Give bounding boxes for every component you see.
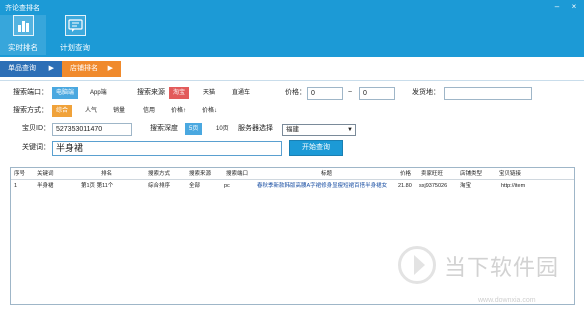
server-select-label: 服务器选择 bbox=[238, 125, 273, 132]
tab-shop-rank[interactable]: 店铺排名 ▶ bbox=[62, 61, 121, 77]
chat-bubble-icon bbox=[65, 15, 86, 36]
watermark-text: 当下软件园 bbox=[444, 255, 560, 280]
watermark-url: www.downxia.com bbox=[478, 297, 536, 304]
cell-rank: 第1页 第11个 bbox=[81, 183, 114, 189]
search-mode-option-comprehensive[interactable]: 综合 bbox=[52, 105, 73, 117]
nav-plan-query-label: 计划查询 bbox=[60, 43, 90, 52]
table-row[interactable]: 1 半身裙 第1页 第11个 综合排序 全部 pc 春秋季新款韩版高腰A字裙修身… bbox=[11, 180, 574, 191]
search-source-label: 搜索来源 bbox=[137, 89, 165, 96]
search-source-option-ztc[interactable]: 直通车 bbox=[228, 87, 254, 99]
search-port-option-pc[interactable]: 电脑端 bbox=[52, 87, 79, 99]
price-separator: ~ bbox=[348, 89, 353, 96]
play-arrow-icon: ▶ bbox=[48, 65, 54, 72]
column-header: 搜索来源 bbox=[189, 171, 212, 177]
tab-single-item-query[interactable]: 单品查询 ▶ bbox=[0, 61, 62, 77]
search-mode-label: 搜索方式： bbox=[13, 107, 48, 114]
mode-bar: 单品查询 ▶ 店铺排名 ▶ bbox=[0, 57, 584, 81]
ship-from-label: 发货地： bbox=[412, 89, 440, 96]
filter-row-1: 搜索端口： 电脑端 App端 搜索来源 淘宝 天猫 直通车 价格： 0 ~ 0 … bbox=[0, 86, 584, 102]
cell-search-mode: 综合排序 bbox=[148, 183, 171, 189]
column-header: 宝贝链接 bbox=[499, 171, 522, 177]
title-bar: 齐论查排名 – × 实时排名 计划查询 bbox=[0, 0, 584, 57]
column-header: 卖家旺旺 bbox=[421, 171, 444, 177]
column-header: 店铺类型 bbox=[460, 171, 483, 177]
chevron-down-icon: ▼ bbox=[347, 127, 353, 133]
watermark-logo-icon bbox=[398, 246, 436, 284]
item-id-input[interactable]: 527353011470 bbox=[52, 123, 132, 136]
app-title: 齐论查排名 bbox=[5, 5, 40, 12]
nav-realtime-rank-label: 实时排名 bbox=[8, 43, 38, 52]
item-id-label: 宝贝ID： bbox=[22, 125, 50, 132]
filter-row-2: 搜索方式： 综合 人气 销量 信用 价格↑ 价格↓ bbox=[0, 104, 584, 120]
keyword-label: 关键词： bbox=[22, 144, 50, 151]
price-min-input[interactable]: 0 bbox=[307, 87, 343, 100]
cell-keyword: 半身裙 bbox=[37, 183, 54, 189]
close-button[interactable]: × bbox=[569, 2, 579, 11]
filter-row-3: 宝贝ID： 527353011470 搜索深度 5页 10页 服务器选择 福建 … bbox=[0, 122, 584, 138]
column-header: 标题 bbox=[321, 171, 333, 177]
column-header: 序号 bbox=[14, 171, 26, 177]
results-table: 序号 关键词 排名 搜索方式 搜索来源 搜索端口 标题 价格 卖家旺旺 店铺类型… bbox=[10, 167, 575, 305]
search-source-option-tmall[interactable]: 天猫 bbox=[199, 87, 219, 99]
bar-chart-icon bbox=[13, 15, 34, 36]
ship-from-input[interactable] bbox=[444, 87, 532, 100]
search-port-option-app[interactable]: App端 bbox=[86, 87, 111, 99]
nav-realtime-rank[interactable]: 实时排名 bbox=[0, 15, 46, 55]
tab-shop-rank-label: 店铺排名 bbox=[70, 65, 98, 72]
cell-search-port: pc bbox=[224, 183, 230, 189]
server-select[interactable]: 福建 ▼ bbox=[282, 124, 356, 136]
column-header: 关键词 bbox=[37, 171, 54, 177]
play-arrow-icon: ▶ bbox=[107, 65, 113, 72]
column-header: 价格 bbox=[400, 171, 412, 177]
start-query-button[interactable]: 开始查询 bbox=[289, 140, 343, 156]
nav-plan-query[interactable]: 计划查询 bbox=[52, 15, 98, 55]
search-port-label: 搜索端口： bbox=[13, 89, 48, 96]
column-header: 排名 bbox=[101, 171, 113, 177]
search-source-option-taobao[interactable]: 淘宝 bbox=[169, 87, 190, 99]
search-depth-label: 搜索深度 bbox=[150, 125, 178, 132]
price-label: 价格： bbox=[285, 89, 306, 96]
search-mode-option-credit[interactable]: 信用 bbox=[139, 105, 159, 117]
search-mode-option-sales[interactable]: 销量 bbox=[109, 105, 129, 117]
server-select-value: 福建 bbox=[286, 126, 299, 133]
cell-shop-type: 淘宝 bbox=[460, 183, 472, 189]
cell-price: 21.80 bbox=[398, 183, 412, 189]
search-mode-option-price-asc[interactable]: 价格↑ bbox=[167, 105, 190, 117]
cell-index: 1 bbox=[14, 183, 18, 189]
cell-item-link[interactable]: http://item bbox=[501, 180, 561, 192]
cell-search-source: 全部 bbox=[189, 183, 201, 189]
column-header: 搜索端口 bbox=[226, 171, 249, 177]
search-mode-option-popularity[interactable]: 人气 bbox=[81, 105, 101, 117]
table-header: 序号 关键词 排名 搜索方式 搜索来源 搜索端口 标题 价格 卖家旺旺 店铺类型… bbox=[11, 168, 574, 180]
tab-single-item-query-label: 单品查询 bbox=[8, 65, 36, 72]
search-mode-option-price-desc[interactable]: 价格↓ bbox=[198, 105, 221, 117]
filter-row-4: 关键词： 半身裙 开始查询 bbox=[0, 140, 584, 158]
cell-seller: sxj9375026 bbox=[419, 183, 448, 189]
column-header: 搜索方式 bbox=[148, 171, 171, 177]
search-depth-option-10[interactable]: 10页 bbox=[212, 123, 233, 135]
price-max-input[interactable]: 0 bbox=[359, 87, 395, 100]
minimize-button[interactable]: – bbox=[552, 2, 562, 11]
cell-title[interactable]: 春秋季新款韩版高腰A字裙修身显瘦短裙百搭半身裙女 bbox=[257, 180, 397, 192]
keyword-input[interactable]: 半身裙 bbox=[52, 141, 282, 156]
search-depth-option-5[interactable]: 5页 bbox=[185, 123, 203, 135]
